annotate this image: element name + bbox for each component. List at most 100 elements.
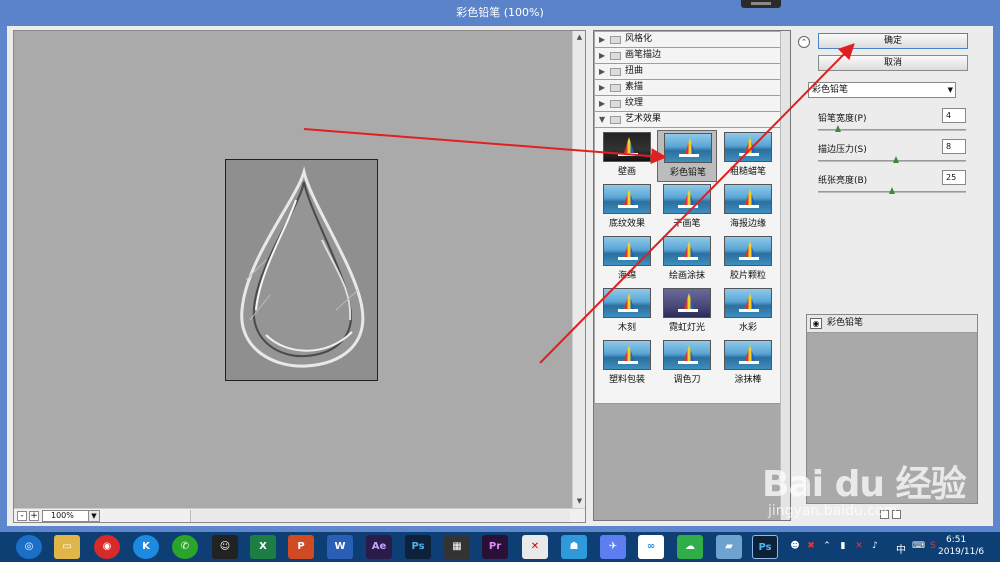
chevron-down-icon: ▼	[947, 86, 953, 94]
thumb-neon-glow[interactable]: 霓虹灯光	[657, 286, 717, 338]
scroll-down-icon[interactable]: ▼	[573, 495, 586, 508]
browser-icon[interactable]: ◎	[16, 535, 42, 559]
clock-time[interactable]: 6:51	[946, 535, 966, 545]
thumb-palette-knife[interactable]: 调色刀	[657, 338, 717, 390]
preview-horizontal-scrollbar[interactable]	[190, 510, 570, 522]
scroll-up-icon[interactable]: ▲	[573, 31, 586, 44]
volume-icon[interactable]: ♪	[870, 541, 880, 551]
thumb-plastic-wrap[interactable]: 塑料包装	[597, 338, 657, 390]
netease-music-icon[interactable]: ◉	[94, 535, 120, 559]
thumb-film-grain[interactable]: 胶片颗粒	[718, 234, 778, 286]
ok-button[interactable]: 确定	[818, 33, 968, 49]
param-label: 纸张亮度(B)	[818, 176, 868, 186]
thumb-image	[724, 340, 772, 370]
after-effects-icon[interactable]: Ae	[366, 535, 392, 559]
thumb-dry-brush[interactable]: 干画笔	[657, 182, 717, 234]
category-stylize[interactable]: ▶ 风格化	[595, 32, 780, 48]
expand-arrow-icon[interactable]: ▶	[599, 64, 605, 79]
eye-icon[interactable]: ◉	[810, 318, 822, 329]
param-label: 描边压力(S)	[818, 145, 867, 155]
zoom-out-button[interactable]: -	[17, 511, 27, 521]
param-value-field[interactable]: 25	[942, 170, 966, 185]
user-icon[interactable]: ☻	[790, 541, 800, 551]
word-icon[interactable]: W	[327, 535, 353, 559]
thumb-label: 粗糙蜡笔	[729, 167, 766, 177]
category-label: 风格化	[625, 34, 653, 44]
param-value-field[interactable]: 4	[942, 108, 966, 123]
collapse-gallery-icon[interactable]: ⌃	[798, 36, 810, 48]
thumb-watercolor[interactable]: 水彩	[718, 286, 778, 338]
wechat-icon[interactable]: ✆	[172, 535, 198, 559]
clock-date[interactable]: 2019/11/6	[938, 547, 984, 557]
thumb-smudge-stick[interactable]: 涂抹棒	[718, 338, 778, 390]
thumb-sponge[interactable]: 海绵	[597, 234, 657, 286]
category-texture[interactable]: ▶ 纹理	[595, 96, 780, 112]
cancel-button[interactable]: 取消	[818, 55, 968, 71]
input-method-indicator[interactable]: 中	[896, 541, 906, 556]
network-icon[interactable]: ✕	[854, 541, 864, 551]
preview-canvas[interactable]	[14, 31, 573, 508]
photoshop-filter-gallery-window: 彩色铅笔 (100%) ▲ ▼ - + 100% ▼ ▶ 风格化 ▶ 画笔描边 …	[0, 0, 1000, 532]
app-notes-icon[interactable]: ▰	[716, 535, 742, 559]
thumb-image	[724, 288, 772, 318]
photoshop-active-icon[interactable]: Ps	[752, 535, 778, 559]
category-artistic[interactable]: ▼ 艺术效果	[595, 112, 780, 128]
thumb-fresco[interactable]: 壁画	[597, 130, 657, 182]
folder-open-icon	[610, 116, 621, 124]
param-value-field[interactable]: 8	[942, 139, 966, 154]
photoshop-icon[interactable]: Ps	[405, 535, 431, 559]
premiere-icon[interactable]: Pr	[482, 535, 508, 559]
thumb-image	[724, 184, 772, 214]
signal-icon[interactable]: ▮	[838, 541, 848, 551]
category-sketch[interactable]: ▶ 素描	[595, 80, 780, 96]
video-app-icon[interactable]: ▦	[444, 535, 470, 559]
thumb-underpainting[interactable]: 底纹效果	[597, 182, 657, 234]
effect-layer-row[interactable]: ◉ 彩色铅笔	[807, 315, 977, 333]
filter-category-list: ▶ 风格化 ▶ 画笔描边 ▶ 扭曲 ▶ 素描 ▶ 纹理 ▼ 艺术效果 壁画 彩色…	[595, 32, 780, 520]
thumb-image	[724, 236, 772, 266]
folder-icon	[610, 84, 621, 92]
keyboard-icon[interactable]: ⌨	[912, 541, 925, 551]
excel-icon[interactable]: X	[250, 535, 276, 559]
param-stroke-pressure: 描边压力(S) 8	[818, 139, 968, 169]
thumb-paint-daubs[interactable]: 绘画涂抹	[657, 234, 717, 286]
filter-select-value: 彩色铅笔	[812, 85, 849, 95]
thumb-rough-pastels[interactable]: 粗糙蜡笔	[718, 130, 778, 182]
expand-arrow-icon[interactable]: ▶	[599, 48, 605, 63]
slider-track[interactable]	[818, 160, 966, 162]
xmind-icon[interactable]: ✕	[522, 535, 548, 559]
app-bot-icon[interactable]: ☗	[561, 535, 587, 559]
preview-vertical-scrollbar[interactable]: ▲ ▼	[572, 31, 585, 508]
thumb-label: 木刻	[617, 323, 636, 333]
filter-select-dropdown[interactable]: 彩色铅笔 ▼	[808, 82, 956, 98]
app-cloud-icon[interactable]: ☁	[677, 535, 703, 559]
zoom-dropdown-icon[interactable]: ▼	[88, 510, 100, 522]
security-icon[interactable]: ✖	[806, 541, 816, 551]
expand-arrow-icon[interactable]: ▶	[599, 32, 605, 47]
powerpoint-icon[interactable]: P	[288, 535, 314, 559]
zoom-in-button[interactable]: +	[29, 511, 39, 521]
expand-arrow-icon[interactable]: ▶	[599, 80, 605, 95]
thumb-cutout[interactable]: 木刻	[597, 286, 657, 338]
category-brush-strokes[interactable]: ▶ 画笔描边	[595, 48, 780, 64]
baidu-netdisk-icon[interactable]: ∞	[638, 535, 664, 559]
app-send-icon[interactable]: ✈	[600, 535, 626, 559]
expand-arrow-icon[interactable]: ▶	[599, 96, 605, 111]
thumb-poster-edges[interactable]: 海报边缘	[718, 182, 778, 234]
title-tab-handle[interactable]	[741, 0, 781, 8]
category-distort[interactable]: ▶ 扭曲	[595, 64, 780, 80]
thumb-image	[603, 288, 651, 318]
sogou-icon[interactable]: S	[928, 541, 938, 551]
gallery-scrollbar[interactable]	[780, 31, 790, 520]
collapse-arrow-icon[interactable]: ▼	[599, 112, 605, 127]
thumb-colored-pencil[interactable]: 彩色铅笔	[657, 130, 717, 182]
qq-icon[interactable]: ☺	[212, 535, 238, 559]
file-explorer-icon[interactable]: ▭	[54, 535, 80, 559]
thumb-label: 塑料包装	[608, 375, 645, 385]
arrow-up-icon[interactable]: ⌃	[822, 541, 832, 551]
kugou-icon[interactable]: K	[133, 535, 159, 559]
thumb-label: 涂抹棒	[734, 375, 762, 385]
thumb-label: 水彩	[738, 323, 757, 333]
thumb-image	[664, 133, 712, 163]
thumb-image	[724, 132, 772, 162]
